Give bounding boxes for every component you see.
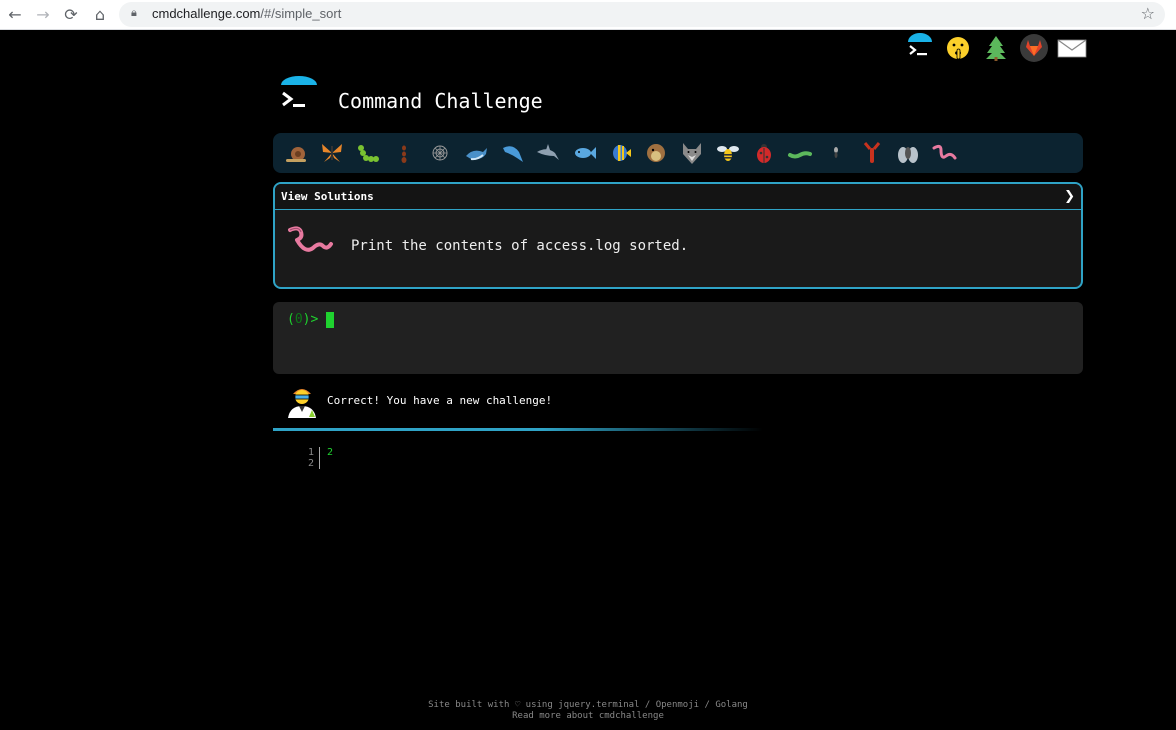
shark-icon[interactable] <box>533 138 563 168</box>
terminal[interactable]: (0)> <box>273 302 1083 374</box>
caterpillar-icon[interactable] <box>353 138 383 168</box>
browser-toolbar: ← → ⟳ ⌂ 🔒︎ cmdchallenge.com/#/simple_sor… <box>0 0 1176 30</box>
site-logo[interactable] <box>278 76 320 118</box>
footer-credits: Site built with ♡ using jquery.terminal … <box>428 700 748 710</box>
worm-icon[interactable] <box>785 138 815 168</box>
challenge-bar <box>273 133 1083 173</box>
lobster-icon[interactable] <box>857 138 887 168</box>
bookmark-star-icon[interactable]: ☆ <box>1141 4 1155 23</box>
wolf-icon[interactable] <box>677 138 707 168</box>
chevron-right-icon[interactable]: ❯ <box>1064 189 1075 204</box>
view-solutions-header[interactable]: View Solutions ❯ <box>275 184 1081 210</box>
url-domain: cmdchallenge.com <box>152 6 261 21</box>
lock-icon: 🔒︎ <box>131 6 137 19</box>
snail-icon[interactable] <box>281 138 311 168</box>
terminal-cursor[interactable] <box>326 312 334 328</box>
progress-bar <box>273 428 763 431</box>
challenge-body: Print the contents of access.log sorted. <box>275 210 1081 287</box>
spider-web-icon[interactable] <box>425 138 455 168</box>
gitlab-icon[interactable] <box>1018 33 1050 63</box>
challenge-panel: View Solutions ❯ Print the contents of a… <box>273 182 1083 289</box>
url-path: /#/simple_sort <box>260 6 342 21</box>
shushing-face-icon[interactable] <box>942 33 974 63</box>
blowfish-icon[interactable] <box>641 138 671 168</box>
prompt-close: )> <box>302 312 319 327</box>
whale-icon[interactable] <box>461 138 491 168</box>
earthworm-icon <box>287 224 335 260</box>
fly-icon[interactable] <box>893 138 923 168</box>
terminal-prompt: (0)> <box>287 312 318 327</box>
view-solutions-label: View Solutions <box>281 190 374 203</box>
scientist-avatar <box>284 382 320 418</box>
bee-icon[interactable] <box>713 138 743 168</box>
prompt-open: ( <box>287 312 295 327</box>
output-text: 2 <box>327 447 334 458</box>
reload-icon[interactable]: ⟳ <box>60 3 82 25</box>
footer: Site built with ♡ using jquery.terminal … <box>0 700 1176 722</box>
cmdchallenge-logo-icon[interactable] <box>904 33 936 63</box>
page-title: Command Challenge <box>338 89 543 113</box>
line-numbers: 1 2 <box>300 447 320 469</box>
address-bar[interactable]: 🔒︎ cmdchallenge.com/#/simple_sort ☆ <box>119 2 1165 27</box>
challenge-description: Print the contents of access.log sorted. <box>351 238 689 254</box>
home-icon[interactable]: ⌂ <box>89 3 111 25</box>
feedback-message: Correct! You have a new challenge! <box>327 394 553 407</box>
dolphin-icon[interactable] <box>497 138 527 168</box>
fish-icon[interactable] <box>569 138 599 168</box>
top-icon-bar <box>904 33 1088 63</box>
ladybug-icon[interactable] <box>749 138 779 168</box>
mosquito-icon[interactable] <box>821 138 851 168</box>
url-text[interactable]: cmdchallenge.com/#/simple_sort <box>152 6 341 21</box>
prompt-number: 0 <box>294 312 303 327</box>
forward-icon[interactable]: → <box>32 3 54 25</box>
ant-icon[interactable] <box>389 138 419 168</box>
tropical-fish-icon[interactable] <box>605 138 635 168</box>
read-more-link[interactable]: Read more about cmdchallenge <box>512 711 664 721</box>
envelope-icon[interactable] <box>1056 33 1088 63</box>
butterfly-icon[interactable] <box>317 138 347 168</box>
back-icon[interactable]: ← <box>4 3 26 25</box>
evergreen-tree-icon[interactable] <box>980 33 1012 63</box>
earthworm-icon[interactable] <box>929 138 959 168</box>
